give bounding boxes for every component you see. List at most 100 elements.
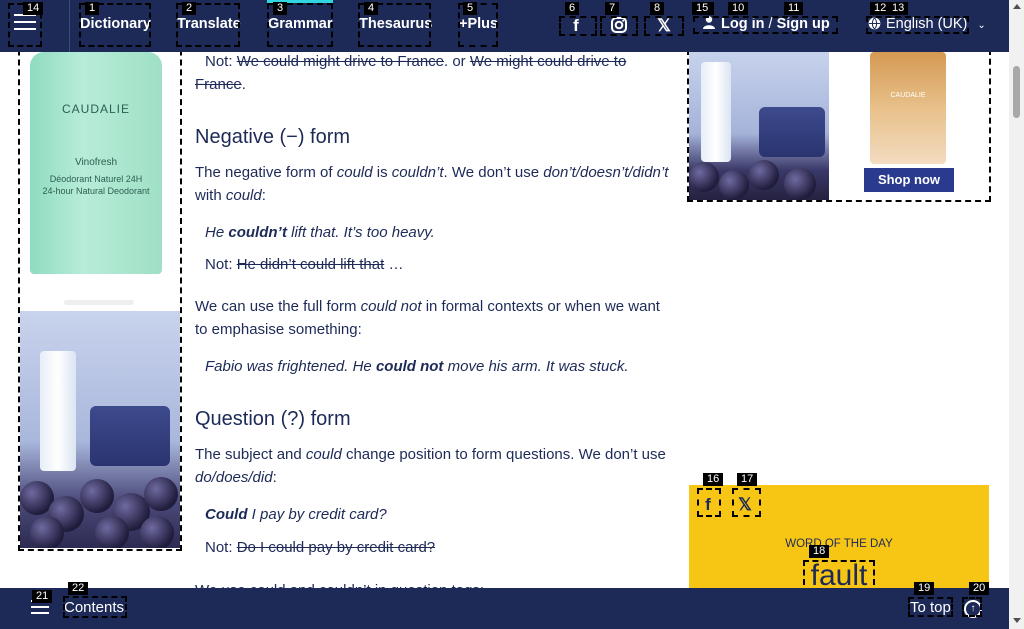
full-form-paragraph: We can use the full form could not in fo… [195,296,670,341]
example-sentence: Fabio was frightened. He could not move … [205,356,670,379]
or-separator: . or [444,53,470,70]
question-paragraph: The subject and could change position to… [195,444,670,489]
example-sentence: He couldn’t lift that. It’s too heavy. [205,222,670,245]
text: I pay by credit card? [251,506,387,523]
ad-product-name: Vinofresh [74,157,118,168]
marker-label: 6 [565,2,580,15]
login-link[interactable]: Log in [721,16,765,32]
text: We can use the full form [195,298,357,315]
word-of-the-day-label: WORD OF THE DAY [785,538,893,550]
x-icon[interactable]: 𝕏 [735,495,755,515]
berry [30,516,64,548]
ad-bottle [40,351,76,471]
text-em: could [225,186,262,204]
chevron-down-icon: ⌄ [977,20,986,31]
example-sentence: Could I pay by credit card? [205,504,670,527]
text-bold: Could [205,506,248,523]
text-em: couldn’t [391,164,444,181]
negative-paragraph: The negative form of could is couldn’t. … [195,162,670,207]
ad-bottle [701,62,731,162]
login-area[interactable]: Log in / Sign up [703,16,830,32]
contents-button[interactable]: Contents [64,599,124,616]
ad-brand: CAUDALIE [61,102,131,116]
left-advertisement[interactable]: CAUDALIE Vinofresh Déodorant Naturel 24H… [20,0,180,548]
top-navigation: Dictionary Translate Grammar Thesaurus +… [0,0,1009,52]
not-example-1: Not: We could might drive to France. or … [195,51,670,96]
text: move his arm. It was stuck. [447,358,629,375]
instagram-icon[interactable] [609,16,629,36]
berry [80,479,114,513]
arrow-up-icon[interactable]: ↑ [964,600,982,618]
heading-negative-form: Negative (−) form [195,126,351,148]
user-icon [703,16,715,29]
text: change position to form questions. We do… [345,446,666,463]
strike-text: He didn’t could lift that [236,256,385,273]
nav-plus[interactable]: +Plus [459,16,498,32]
marker-label: 21 [32,590,53,603]
to-top-button[interactable]: To top [910,599,951,616]
marker-label: 18 [809,545,830,558]
text-em: don’t/doesn’t/didn’t [543,164,669,181]
berry [784,168,816,200]
instagram-glyph [611,17,627,33]
ad-product-desc-en: 24-hour Natural Deodorant [42,186,150,196]
nav-thesaurus[interactable]: Thesaurus [359,16,432,32]
ad-product-desc: Déodorant Naturel 24H [49,174,143,184]
text: : [272,468,277,486]
facebook-icon[interactable]: f [698,495,718,515]
not-label: Not: [205,53,233,70]
text: : [261,186,266,204]
scroll-up-arrow[interactable] [1013,4,1021,9]
ellipsis: … [388,256,404,273]
marker-label: 17 [737,473,758,486]
marker-label: 4 [364,2,379,15]
language-label: English (UK) [886,16,968,32]
shop-now-button[interactable]: Shop now [864,168,954,192]
berry [749,160,779,190]
marker-label: 15 [692,2,713,15]
x-icon[interactable]: 𝕏 [654,16,674,36]
nav-divider [69,0,70,52]
berry [689,162,719,192]
marker-label: 20 [969,582,990,595]
language-selector[interactable]: English (UK) ⌄ [868,16,986,32]
marker-label: 5 [463,2,478,15]
marker-label: 8 [650,2,665,15]
marker-label: 16 [703,473,724,486]
text: The subject and [195,446,302,463]
text-em: could [305,446,342,463]
menu-icon[interactable] [14,14,36,32]
text: He [205,224,225,241]
scrollbar-thumb[interactable] [1013,66,1020,118]
page-scrollbar[interactable] [1009,0,1024,629]
nav-translate[interactable]: Translate [177,16,241,32]
period: . [241,75,246,93]
text: is [376,164,388,181]
heading-question-form: Question (?) form [195,408,351,430]
berry [95,516,129,548]
berry [719,170,749,200]
text-em: could not [360,298,422,315]
marker-label: 14 [23,2,44,15]
marker-label: 10 [728,2,749,15]
nav-grammar[interactable]: Grammar [268,16,332,32]
berry [144,477,178,511]
deodorant-product-image: CAUDALIE Vinofresh Déodorant Naturel 24H… [30,52,162,274]
signup-link[interactable]: Sign up [777,16,830,32]
ad-divider [64,300,134,305]
nav-dictionary[interactable]: Dictionary [80,16,151,32]
bottom-bar: Contents To top ↑ [0,588,1009,629]
marker-label: 1 [85,2,100,15]
skincare-product-image [689,52,829,200]
not-example-3: Not: Do I could pay by credit card? [205,537,670,560]
facebook-icon[interactable]: f [566,16,586,36]
ad-jar [90,406,170,466]
marker-label: 11 [784,2,804,15]
text: Fabio was frightened. He [205,358,372,375]
globe-icon [868,17,881,30]
marker-label: 13 [888,2,909,15]
text-bold: couldn’t [228,224,287,241]
scroll-down-arrow[interactable] [1013,618,1021,623]
text-bold: could not [375,358,444,375]
word-of-the-day-panel: f 𝕏 WORD OF THE DAY fault [689,485,989,595]
